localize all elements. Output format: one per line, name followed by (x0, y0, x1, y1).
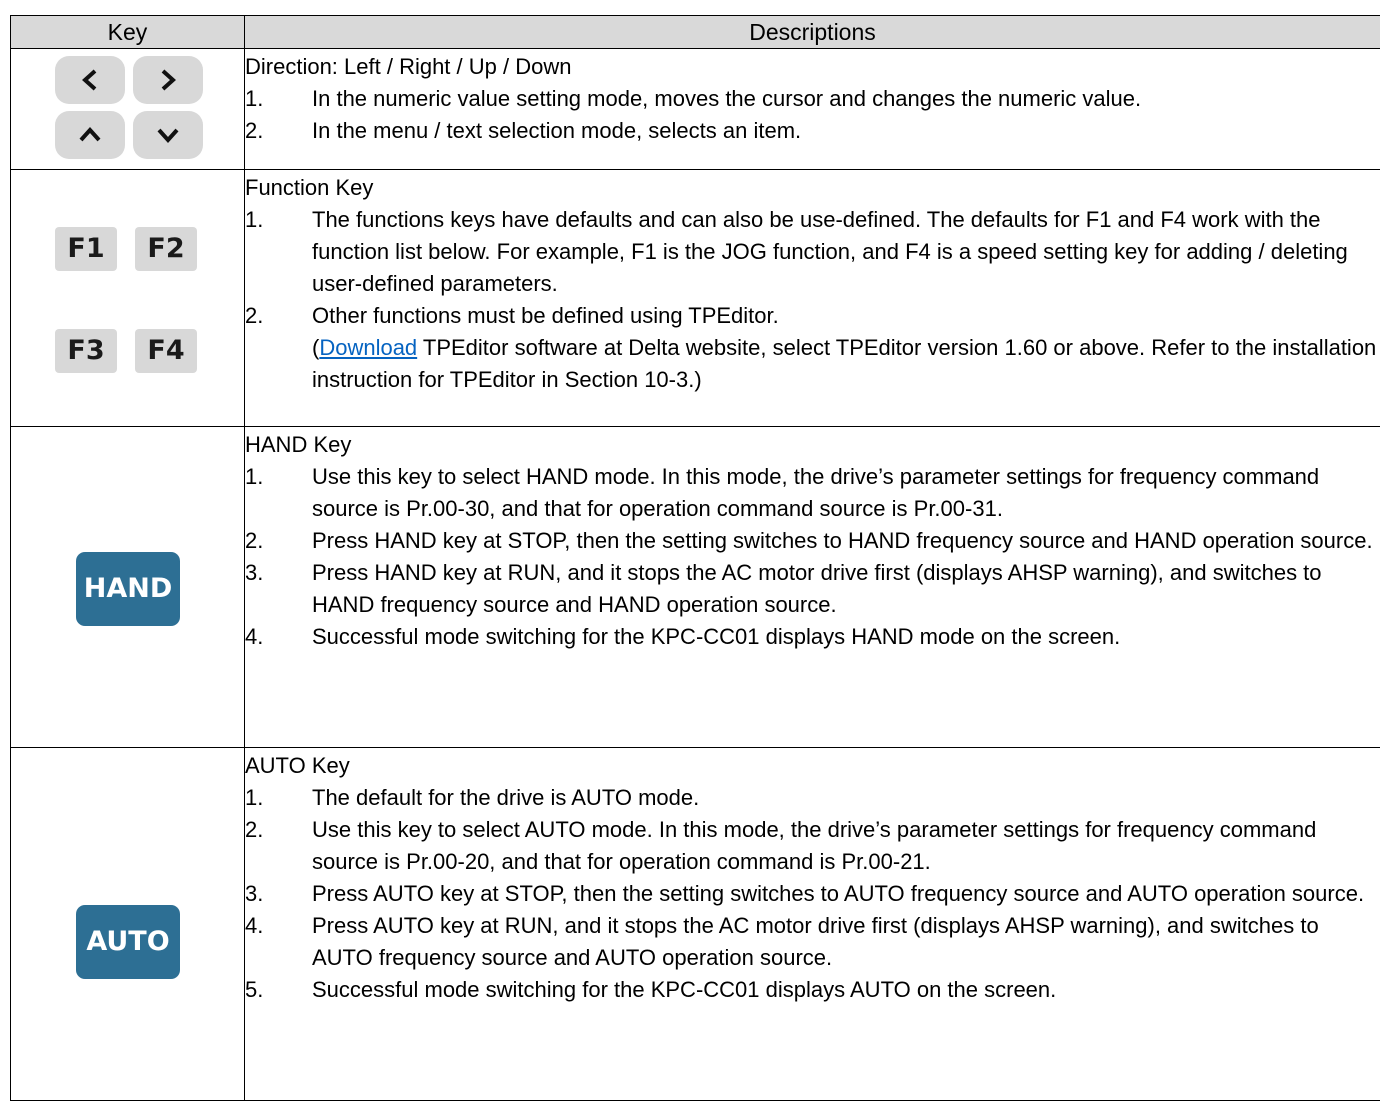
row-direction-keys: Direction: Left / Right / Up / Down 1. I… (10, 48, 1380, 170)
f1-key[interactable]: F1 (55, 227, 117, 271)
item-number: 1. (245, 785, 264, 810)
note-text: TPEditor software at Delta website, sele… (312, 335, 1377, 392)
list-item: 2. Press HAND key at STOP, then the sett… (245, 525, 1380, 557)
list-item: 1. The default for the drive is AUTO mod… (245, 782, 1380, 814)
right-arrow-key[interactable] (133, 56, 203, 104)
list-item: 5. Successful mode switching for the KPC… (245, 974, 1380, 1006)
item-text: The functions keys have defaults and can… (312, 207, 1348, 296)
row-function-keys: F1 F2 F3 F4 Function Key 1. The function… (10, 169, 1380, 427)
item-number: 2. (245, 303, 264, 328)
header-descriptions: Descriptions (244, 15, 1380, 49)
direction-keys-cell (10, 48, 245, 170)
list-item: 1. In the numeric value setting mode, mo… (245, 83, 1380, 115)
left-arrow-key[interactable] (55, 56, 125, 104)
item-text: Successful mode switching for the KPC-CC… (312, 624, 1121, 649)
item-text: Use this key to select AUTO mode. In thi… (312, 817, 1317, 874)
item-number: 2. (245, 528, 264, 553)
item-number: 1. (245, 464, 264, 489)
item-text: Use this key to select HAND mode. In thi… (312, 464, 1320, 521)
download-link[interactable]: Download (319, 335, 417, 360)
header-row: Key Descriptions (10, 15, 1380, 49)
item-number: 1. (245, 207, 264, 232)
list-item: 2. Other functions must be defined using… (245, 300, 1380, 396)
f4-key[interactable]: F4 (135, 329, 197, 373)
item-text: The default for the drive is AUTO mode. (312, 785, 700, 810)
row-title: Function Key (245, 175, 374, 200)
list-item: 3. Press AUTO key at STOP, then the sett… (245, 878, 1380, 910)
f2-key[interactable]: F2 (135, 227, 197, 271)
item-number: 2. (245, 118, 264, 143)
list-item: 2. In the menu / text selection mode, se… (245, 115, 1380, 147)
item-text: Press AUTO key at RUN, and it stops the … (312, 913, 1319, 970)
row-auto-key: AUTO AUTO Key 1. The default for the dri… (10, 747, 1380, 1101)
direction-keys-description: Direction: Left / Right / Up / Down 1. I… (244, 48, 1380, 170)
item-text: In the menu / text selection mode, selec… (312, 118, 802, 143)
auto-key-cell: AUTO (10, 747, 245, 1101)
list-item: 4. Press AUTO key at RUN, and it stops t… (245, 910, 1380, 974)
chevron-down-icon (157, 128, 179, 143)
key-description-table: Key Descriptions Direction: Left / Right… (10, 15, 1380, 1101)
f3-key[interactable]: F3 (55, 329, 117, 373)
hand-key-description: HAND Key 1. Use this key to select HAND … (244, 426, 1380, 748)
list-item: 1. The functions keys have defaults and … (245, 204, 1380, 300)
item-text: Press HAND key at STOP, then the setting… (312, 528, 1373, 553)
item-number: 4. (245, 913, 264, 938)
hand-key-cell: HAND (10, 426, 245, 748)
item-number: 1. (245, 86, 264, 111)
row-title: AUTO Key (245, 753, 350, 778)
item-number: 2. (245, 817, 264, 842)
chevron-up-icon (79, 127, 101, 142)
item-text: Successful mode switching for the KPC-CC… (312, 977, 1057, 1002)
list-item: 3. Press HAND key at RUN, and it stops t… (245, 557, 1380, 621)
header-key: Key (10, 15, 245, 49)
row-title: Direction: Left / Right / Up / Down (245, 54, 572, 79)
item-text: Press HAND key at RUN, and it stops the … (312, 560, 1322, 617)
item-number: 3. (245, 881, 264, 906)
list-item: 4. Successful mode switching for the KPC… (245, 621, 1380, 653)
item-text: Press AUTO key at STOP, then the setting… (312, 881, 1365, 906)
chevron-left-icon (82, 69, 97, 91)
list-item: 2. Use this key to select AUTO mode. In … (245, 814, 1380, 878)
list-item: 1. Use this key to select HAND mode. In … (245, 461, 1380, 525)
row-hand-key: HAND HAND Key 1. Use this key to select … (10, 426, 1380, 748)
item-number: 5. (245, 977, 264, 1002)
chevron-right-icon (161, 69, 176, 91)
item-text: In the numeric value setting mode, moves… (312, 86, 1142, 111)
hand-key[interactable]: HAND (76, 552, 180, 626)
item-text-line: Other functions must be defined using TP… (312, 303, 779, 328)
function-keys-cell: F1 F2 F3 F4 (10, 169, 245, 427)
up-arrow-key[interactable] (55, 111, 125, 159)
auto-key[interactable]: AUTO (76, 905, 180, 979)
row-title: HAND Key (245, 432, 352, 457)
down-arrow-key[interactable] (133, 111, 203, 159)
item-text: Other functions must be defined using TP… (312, 300, 1380, 396)
function-keys-description: Function Key 1. The functions keys have … (244, 169, 1380, 427)
item-number: 3. (245, 560, 264, 585)
item-number: 4. (245, 624, 264, 649)
auto-key-description: AUTO Key 1. The default for the drive is… (244, 747, 1380, 1101)
